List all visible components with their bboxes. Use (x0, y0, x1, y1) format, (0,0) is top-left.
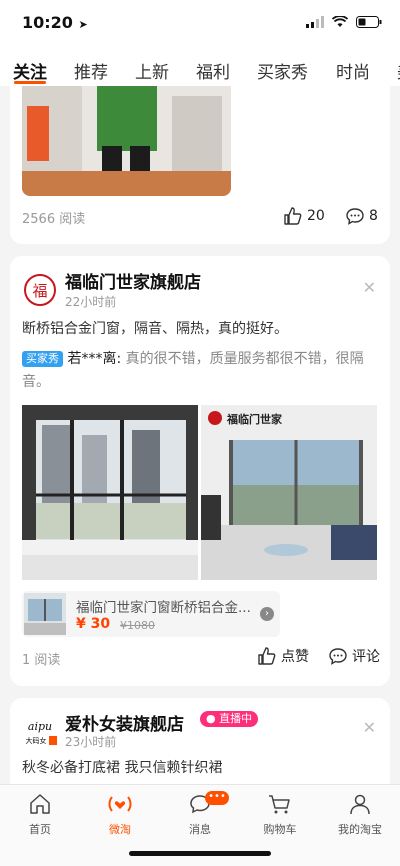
active-tab-indicator (14, 81, 46, 84)
store-logo[interactable]: aipu 大码女 (22, 712, 58, 748)
tab-new[interactable]: 上新 (135, 58, 169, 83)
tab-recommend[interactable]: 推荐 (74, 58, 108, 83)
thumbs-up-icon (258, 647, 276, 665)
store-logo[interactable]: 福 (22, 272, 58, 308)
nav-messages[interactable]: ••• 消息 (160, 791, 240, 837)
battery-icon (356, 16, 382, 28)
feed-card: 2566 阅读 20 8 (10, 86, 390, 244)
comment-icon (346, 208, 364, 225)
read-count: 2566 阅读 (22, 212, 86, 227)
product-original-price: ¥1080 (120, 619, 155, 632)
feed-card: 福 福临门世家旗舰店 22小时前 ✕ 断桥铝合金门窗，隔音、隔热，真的挺好。 买… (10, 256, 390, 686)
store-name[interactable]: 福临门世家旗舰店 (65, 268, 201, 293)
message-badge: ••• (205, 791, 229, 805)
post-photo[interactable] (22, 86, 231, 196)
status-bar: 10:20 ➤ (0, 0, 400, 46)
nav-weitao[interactable]: 微淘 (80, 791, 160, 837)
product-thumbnail (24, 593, 66, 635)
status-icons (306, 16, 382, 28)
post-image[interactable] (22, 405, 198, 580)
cart-icon (269, 795, 290, 814)
nav-home[interactable]: 首页 (0, 791, 80, 837)
store-logo-subtext: 大码女 (26, 736, 47, 745)
like-label: 点赞 (281, 649, 309, 665)
product-title: 福临门世家门窗断桥铝合金... (76, 600, 251, 616)
read-count: 1 阅读 (22, 653, 61, 668)
buyer-name: 若***离: (67, 351, 122, 367)
comment-button[interactable]: 8 (345, 206, 378, 226)
close-icon[interactable]: ✕ (363, 278, 376, 297)
post-time: 23小时前 (65, 735, 117, 749)
nav-label: 微淘 (109, 823, 131, 836)
store-name[interactable]: 爱朴女装旗舰店 (65, 710, 184, 735)
home-indicator (129, 851, 271, 856)
buyer-show-badge: 买家秀 (22, 351, 63, 367)
weitao-icon (108, 796, 132, 812)
store-logo-text: aipu (28, 720, 52, 733)
comment-button[interactable]: 评论 (328, 646, 380, 666)
signal-icon (306, 16, 324, 28)
live-badge[interactable]: ● 直播中 (200, 711, 259, 727)
chevron-right-icon: › (260, 607, 274, 621)
post-text: 断桥铝合金门窗，隔音、隔热，真的挺好。 (22, 321, 288, 337)
nav-label: 首页 (29, 823, 51, 836)
like-button[interactable]: 20 (283, 206, 325, 226)
thumbs-up-icon (284, 207, 302, 225)
home-icon (30, 794, 50, 814)
tab-buyer-show[interactable]: 买家秀 (257, 58, 308, 83)
post-time: 22小时前 (65, 295, 117, 309)
nav-cart[interactable]: 购物车 (240, 791, 320, 837)
nav-label: 我的淘宝 (338, 823, 382, 836)
tab-fashion[interactable]: 时尚 (336, 58, 370, 83)
post-image[interactable]: 福临门世家 (201, 405, 377, 580)
like-count: 20 (307, 208, 325, 224)
like-button[interactable]: 点赞 (257, 646, 309, 666)
comment-icon (329, 648, 347, 665)
tab-welfare[interactable]: 福利 (196, 58, 230, 83)
status-time: 10:20 ➤ (22, 13, 88, 32)
image-brand-text: 福临门世家 (226, 412, 283, 426)
profile-icon (350, 794, 370, 815)
wifi-icon (332, 16, 348, 27)
close-icon[interactable]: ✕ (363, 718, 376, 737)
nav-label: 消息 (189, 823, 211, 836)
tab-following[interactable]: 关注 (13, 58, 47, 83)
nav-label: 购物车 (263, 823, 297, 836)
product-price: ¥ 30 (76, 616, 111, 632)
comment-count: 8 (369, 208, 378, 224)
nav-profile[interactable]: 我的淘宝 (320, 791, 400, 837)
store-logo-text: 福 (32, 282, 47, 300)
comment-label: 评论 (352, 649, 380, 665)
feed-tabs: 关注 推荐 上新 福利 买家秀 时尚 美 (0, 46, 400, 86)
product-link[interactable]: 福临门世家门窗断桥铝合金... ¥ 30 ¥1080 › (22, 591, 280, 637)
buyer-comment: 买家秀 若***离: 真的很不错，质量服务都很不错，很隔音。 (22, 348, 377, 394)
post-text: 秋冬必备打底裙 我只信赖针织裙 (22, 760, 223, 776)
